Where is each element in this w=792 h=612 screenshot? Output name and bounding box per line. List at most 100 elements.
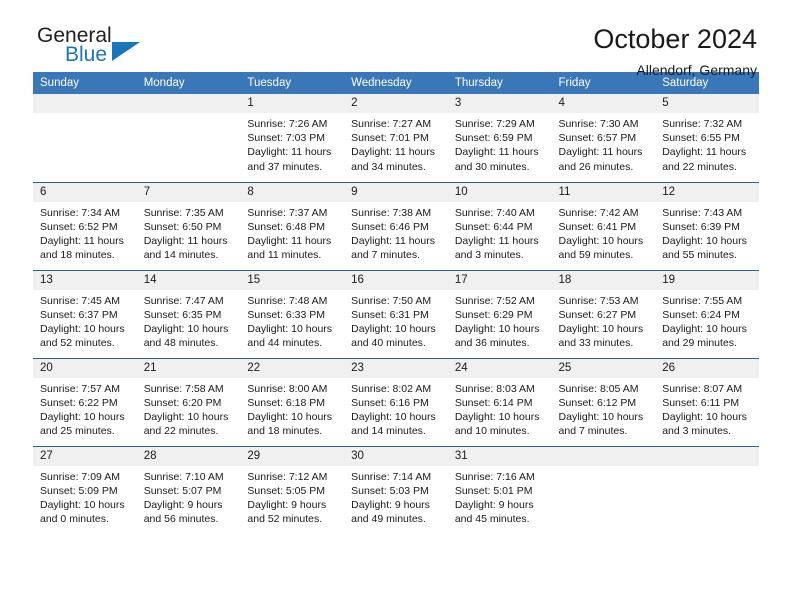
day-number: 7 xyxy=(136,182,241,202)
day-details: Sunrise: 8:00 AM Sunset: 6:18 PM Daylight:… xyxy=(240,378,344,439)
calendar-day-cell[interactable]: 21 Sunrise: 7:58 AM Sunset: 6:20 PM Dayligh… xyxy=(136,357,241,446)
calendar-day-cell-empty xyxy=(655,445,759,534)
sunrise-text: Sunrise: 7:47 AM xyxy=(143,294,224,307)
calendar-day-cell[interactable]: 17 Sunrise: 7:52 AM Sunset: 6:29 PM Dayligh… xyxy=(447,269,552,358)
day-number: 23 xyxy=(344,358,448,378)
calendar-day-cell[interactable]: 3 Sunrise: 7:29 AM Sunset: 6:59 PM Daylight… xyxy=(447,94,552,182)
calendar-day-cell[interactable]: 14 Sunrise: 7:47 AM Sunset: 6:35 PM Dayligh… xyxy=(136,269,241,358)
day-details: Sunrise: 7:32 AM Sunset: 6:55 PM Daylight:… xyxy=(655,113,759,174)
calendar-day-cell[interactable]: 25 Sunrise: 8:05 AM Sunset: 6:12 PM Dayligh… xyxy=(551,357,656,446)
calendar-day-inner xyxy=(33,94,137,182)
sunset-text: Sunset: 6:20 PM xyxy=(143,396,222,409)
calendar-day-cell[interactable]: 20 Sunrise: 7:57 AM Sunset: 6:22 PM Dayligh… xyxy=(33,357,137,446)
sunrise-text: Sunrise: 8:03 AM xyxy=(454,382,535,395)
calendar-day-inner: 14 Sunrise: 7:47 AM Sunset: 6:35 PM Dayligh… xyxy=(136,270,241,358)
calendar-day-cell[interactable]: 26 Sunrise: 8:07 AM Sunset: 6:11 PM Dayligh… xyxy=(655,357,759,446)
daylight-text: Daylight: 10 hours and 40 minutes. xyxy=(351,322,436,350)
sunrise-text: Sunrise: 7:45 AM xyxy=(40,294,120,307)
sunset-text: Sunset: 7:03 PM xyxy=(247,132,326,145)
day-number: 12 xyxy=(655,182,759,202)
calendar-day-cell[interactable]: 23 Sunrise: 8:02 AM Sunset: 6:16 PM Dayligh… xyxy=(344,357,448,446)
calendar-day-inner xyxy=(551,446,656,534)
calendar-day-cell[interactable]: 7 Sunrise: 7:35 AM Sunset: 6:50 PM Daylight… xyxy=(136,181,241,270)
day-number xyxy=(655,446,759,466)
day-details: Sunrise: 7:30 AM Sunset: 6:57 PM Daylight:… xyxy=(552,113,656,174)
sunrise-text: Sunrise: 7:43 AM xyxy=(662,206,743,219)
calendar-day-inner: 2 Sunrise: 7:27 AM Sunset: 7:01 PM Daylight… xyxy=(344,94,448,182)
day-details: Sunrise: 7:14 AM Sunset: 5:03 PM Daylight:… xyxy=(344,466,448,527)
calendar-day-inner: 20 Sunrise: 7:57 AM Sunset: 6:22 PM Dayligh… xyxy=(33,358,137,446)
sunset-text: Sunset: 6:14 PM xyxy=(454,396,533,409)
sunset-text: Sunset: 6:29 PM xyxy=(454,308,533,321)
calendar-day-cell[interactable]: 5 Sunrise: 7:32 AM Sunset: 6:55 PM Daylight… xyxy=(655,94,759,182)
sunrise-text: Sunrise: 7:12 AM xyxy=(247,470,328,483)
calendar-day-cell[interactable]: 6 Sunrise: 7:34 AM Sunset: 6:52 PM Daylight… xyxy=(33,181,137,270)
calendar-day-cell[interactable]: 29 Sunrise: 7:12 AM Sunset: 5:05 PM Dayligh… xyxy=(240,445,345,534)
sunset-text: Sunset: 6:12 PM xyxy=(558,396,637,409)
calendar-day-inner: 18 Sunrise: 7:53 AM Sunset: 6:27 PM Dayligh… xyxy=(551,270,656,358)
calendar-day-cell[interactable]: 31 Sunrise: 7:16 AM Sunset: 5:01 PM Dayligh… xyxy=(447,445,552,534)
sunset-text: Sunset: 6:16 PM xyxy=(351,396,429,409)
calendar-day-cell[interactable]: 15 Sunrise: 7:48 AM Sunset: 6:33 PM Dayligh… xyxy=(240,269,345,358)
day-details: Sunrise: 7:45 AM Sunset: 6:37 PM Daylight:… xyxy=(33,290,137,351)
calendar-day-cell[interactable]: 22 Sunrise: 8:00 AM Sunset: 6:18 PM Dayligh… xyxy=(240,357,345,446)
calendar-page: General Blue October 2024 Allendorf, Ger… xyxy=(0,0,792,612)
calendar-week-row: 20 Sunrise: 7:57 AM Sunset: 6:22 PM Dayligh… xyxy=(33,357,759,446)
day-number: 21 xyxy=(136,358,241,378)
calendar-day-cell[interactable]: 9 Sunrise: 7:38 AM Sunset: 6:46 PM Daylight… xyxy=(344,181,448,270)
calendar-day-inner: 26 Sunrise: 8:07 AM Sunset: 6:11 PM Dayligh… xyxy=(655,358,759,446)
day-number: 17 xyxy=(447,270,552,290)
general-blue-logo[interactable]: General Blue xyxy=(33,24,167,65)
day-number: 5 xyxy=(655,94,759,113)
day-details: Sunrise: 7:58 AM Sunset: 6:20 PM Daylight:… xyxy=(137,378,241,439)
calendar-day-inner: 12 Sunrise: 7:43 AM Sunset: 6:39 PM Dayligh… xyxy=(655,182,759,270)
daylight-text: Daylight: 9 hours and 52 minutes. xyxy=(247,498,327,526)
day-details: Sunrise: 8:02 AM Sunset: 6:16 PM Daylight:… xyxy=(344,378,448,439)
day-number: 28 xyxy=(136,446,241,466)
day-number xyxy=(33,94,137,113)
day-number: 31 xyxy=(447,446,552,466)
daylight-text: Daylight: 9 hours and 49 minutes. xyxy=(351,498,430,526)
calendar-day-cell[interactable]: 19 Sunrise: 7:55 AM Sunset: 6:24 PM Dayligh… xyxy=(655,269,759,358)
calendar-day-cell[interactable]: 18 Sunrise: 7:53 AM Sunset: 6:27 PM Dayligh… xyxy=(551,269,656,358)
calendar-day-inner: 27 Sunrise: 7:09 AM Sunset: 5:09 PM Dayligh… xyxy=(33,446,137,534)
daylight-text: Daylight: 11 hours and 26 minutes. xyxy=(558,146,643,173)
calendar-day-inner xyxy=(136,94,241,182)
calendar-day-cell[interactable]: 16 Sunrise: 7:50 AM Sunset: 6:31 PM Dayligh… xyxy=(344,269,448,358)
calendar-day-cell[interactable]: 1 Sunrise: 7:26 AM Sunset: 7:03 PM Daylight… xyxy=(240,94,345,182)
calendar-day-cell[interactable]: 24 Sunrise: 8:03 AM Sunset: 6:14 PM Dayligh… xyxy=(447,357,552,446)
sunrise-text: Sunrise: 8:02 AM xyxy=(351,382,432,395)
calendar-day-cell[interactable]: 27 Sunrise: 7:09 AM Sunset: 5:09 PM Dayligh… xyxy=(33,445,137,534)
daylight-text: Daylight: 10 hours and 44 minutes. xyxy=(247,322,333,350)
day-number: 10 xyxy=(447,182,552,202)
calendar-day-cell[interactable]: 28 Sunrise: 7:10 AM Sunset: 5:07 PM Dayligh… xyxy=(136,445,241,534)
weekday-header-sunday: Sunday xyxy=(33,72,137,94)
daylight-text: Daylight: 10 hours and 3 minutes. xyxy=(662,410,747,438)
day-details: Sunrise: 7:26 AM Sunset: 7:03 PM Daylight:… xyxy=(240,113,344,174)
calendar-day-cell[interactable]: 11 Sunrise: 7:42 AM Sunset: 6:41 PM Dayligh… xyxy=(551,181,656,270)
daylight-text: Daylight: 11 hours and 14 minutes. xyxy=(143,234,228,262)
day-details: Sunrise: 7:16 AM Sunset: 5:01 PM Daylight:… xyxy=(448,466,552,527)
calendar-day-cell[interactable]: 8 Sunrise: 7:37 AM Sunset: 6:48 PM Daylight… xyxy=(240,181,345,270)
calendar-day-cell[interactable]: 30 Sunrise: 7:14 AM Sunset: 5:03 PM Dayligh… xyxy=(344,445,448,534)
calendar-day-cell[interactable]: 4 Sunrise: 7:30 AM Sunset: 6:57 PM Daylight… xyxy=(551,94,656,182)
calendar-day-cell[interactable]: 12 Sunrise: 7:43 AM Sunset: 6:39 PM Dayligh… xyxy=(655,181,759,270)
calendar-day-cell[interactable]: 2 Sunrise: 7:27 AM Sunset: 7:01 PM Daylight… xyxy=(344,94,448,182)
sunset-text: Sunset: 6:52 PM xyxy=(40,220,118,233)
sunset-text: Sunset: 6:11 PM xyxy=(662,396,740,409)
calendar-day-inner: 22 Sunrise: 8:00 AM Sunset: 6:18 PM Dayligh… xyxy=(240,358,345,446)
calendar-day-inner: 13 Sunrise: 7:45 AM Sunset: 6:37 PM Dayligh… xyxy=(33,270,137,358)
day-number: 27 xyxy=(33,446,137,466)
sunset-text: Sunset: 6:48 PM xyxy=(247,220,326,233)
day-details: Sunrise: 7:55 AM Sunset: 6:24 PM Daylight:… xyxy=(655,290,759,351)
daylight-text: Daylight: 11 hours and 11 minutes. xyxy=(247,234,332,262)
calendar-week-row: 1 Sunrise: 7:26 AM Sunset: 7:03 PM Daylight… xyxy=(33,94,759,182)
calendar-day-inner: 24 Sunrise: 8:03 AM Sunset: 6:14 PM Dayligh… xyxy=(447,358,552,446)
day-number: 13 xyxy=(33,270,137,290)
day-details: Sunrise: 7:34 AM Sunset: 6:52 PM Daylight:… xyxy=(33,202,137,263)
calendar-day-cell[interactable]: 10 Sunrise: 7:40 AM Sunset: 6:44 PM Dayligh… xyxy=(447,181,552,270)
calendar-day-cell[interactable]: 13 Sunrise: 7:45 AM Sunset: 6:37 PM Dayligh… xyxy=(33,269,137,358)
day-details: Sunrise: 7:09 AM Sunset: 5:09 PM Daylight:… xyxy=(33,466,137,527)
day-details: Sunrise: 8:07 AM Sunset: 6:11 PM Daylight:… xyxy=(655,378,759,439)
daylight-text: Daylight: 10 hours and 0 minutes. xyxy=(40,498,125,526)
